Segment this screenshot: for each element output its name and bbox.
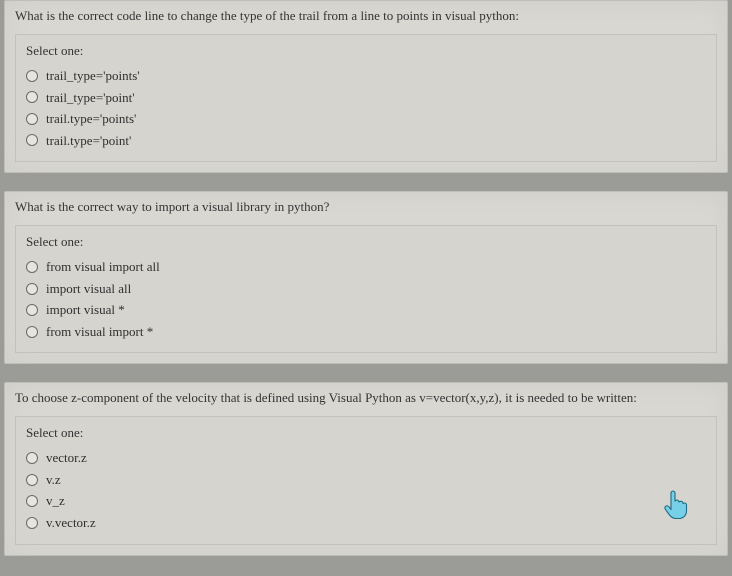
question-block: What is the correct code line to change … <box>4 0 728 173</box>
radio-icon[interactable] <box>26 452 38 464</box>
radio-icon[interactable] <box>26 326 38 338</box>
option-row[interactable]: v.vector.z <box>26 512 706 534</box>
option-row[interactable]: trail.type='points' <box>26 108 706 130</box>
option-row[interactable]: import visual * <box>26 299 706 321</box>
select-one-prompt: Select one: <box>26 43 706 59</box>
option-row[interactable]: from visual import all <box>26 256 706 278</box>
question-text: What is the correct code line to change … <box>5 1 727 34</box>
radio-icon[interactable] <box>26 517 38 529</box>
radio-icon[interactable] <box>26 474 38 486</box>
radio-icon[interactable] <box>26 283 38 295</box>
answer-box: Select one: vector.z v.z v_z v.vector.z <box>15 416 717 544</box>
quiz-page: What is the correct code line to change … <box>0 0 732 556</box>
select-one-prompt: Select one: <box>26 234 706 250</box>
question-text: What is the correct way to import a visu… <box>5 192 727 225</box>
option-row[interactable]: vector.z <box>26 447 706 469</box>
option-label: from visual import * <box>46 323 153 341</box>
radio-icon[interactable] <box>26 113 38 125</box>
option-label: import visual all <box>46 280 131 298</box>
option-label: trail_type='points' <box>46 67 140 85</box>
question-text: To choose z-component of the velocity th… <box>5 383 727 416</box>
option-row[interactable]: v.z <box>26 469 706 491</box>
radio-icon[interactable] <box>26 91 38 103</box>
option-label: trail.type='point' <box>46 132 131 150</box>
question-block: To choose z-component of the velocity th… <box>4 382 728 555</box>
option-label: v_z <box>46 492 65 510</box>
option-label: from visual import all <box>46 258 160 276</box>
option-row[interactable]: import visual all <box>26 278 706 300</box>
select-one-prompt: Select one: <box>26 425 706 441</box>
option-label: vector.z <box>46 449 87 467</box>
option-label: v.z <box>46 471 61 489</box>
option-label: trail.type='points' <box>46 110 136 128</box>
answer-box: Select one: trail_type='points' trail_ty… <box>15 34 717 162</box>
option-label: v.vector.z <box>46 514 96 532</box>
answer-box: Select one: from visual import all impor… <box>15 225 717 353</box>
radio-icon[interactable] <box>26 134 38 146</box>
option-label: import visual * <box>46 301 125 319</box>
option-row[interactable]: trail_type='point' <box>26 87 706 109</box>
radio-icon[interactable] <box>26 70 38 82</box>
question-block: What is the correct way to import a visu… <box>4 191 728 364</box>
radio-icon[interactable] <box>26 261 38 273</box>
option-row[interactable]: trail_type='points' <box>26 65 706 87</box>
option-label: trail_type='point' <box>46 89 135 107</box>
option-row[interactable]: from visual import * <box>26 321 706 343</box>
option-row[interactable]: trail.type='point' <box>26 130 706 152</box>
radio-icon[interactable] <box>26 495 38 507</box>
option-row[interactable]: v_z <box>26 490 706 512</box>
radio-icon[interactable] <box>26 304 38 316</box>
